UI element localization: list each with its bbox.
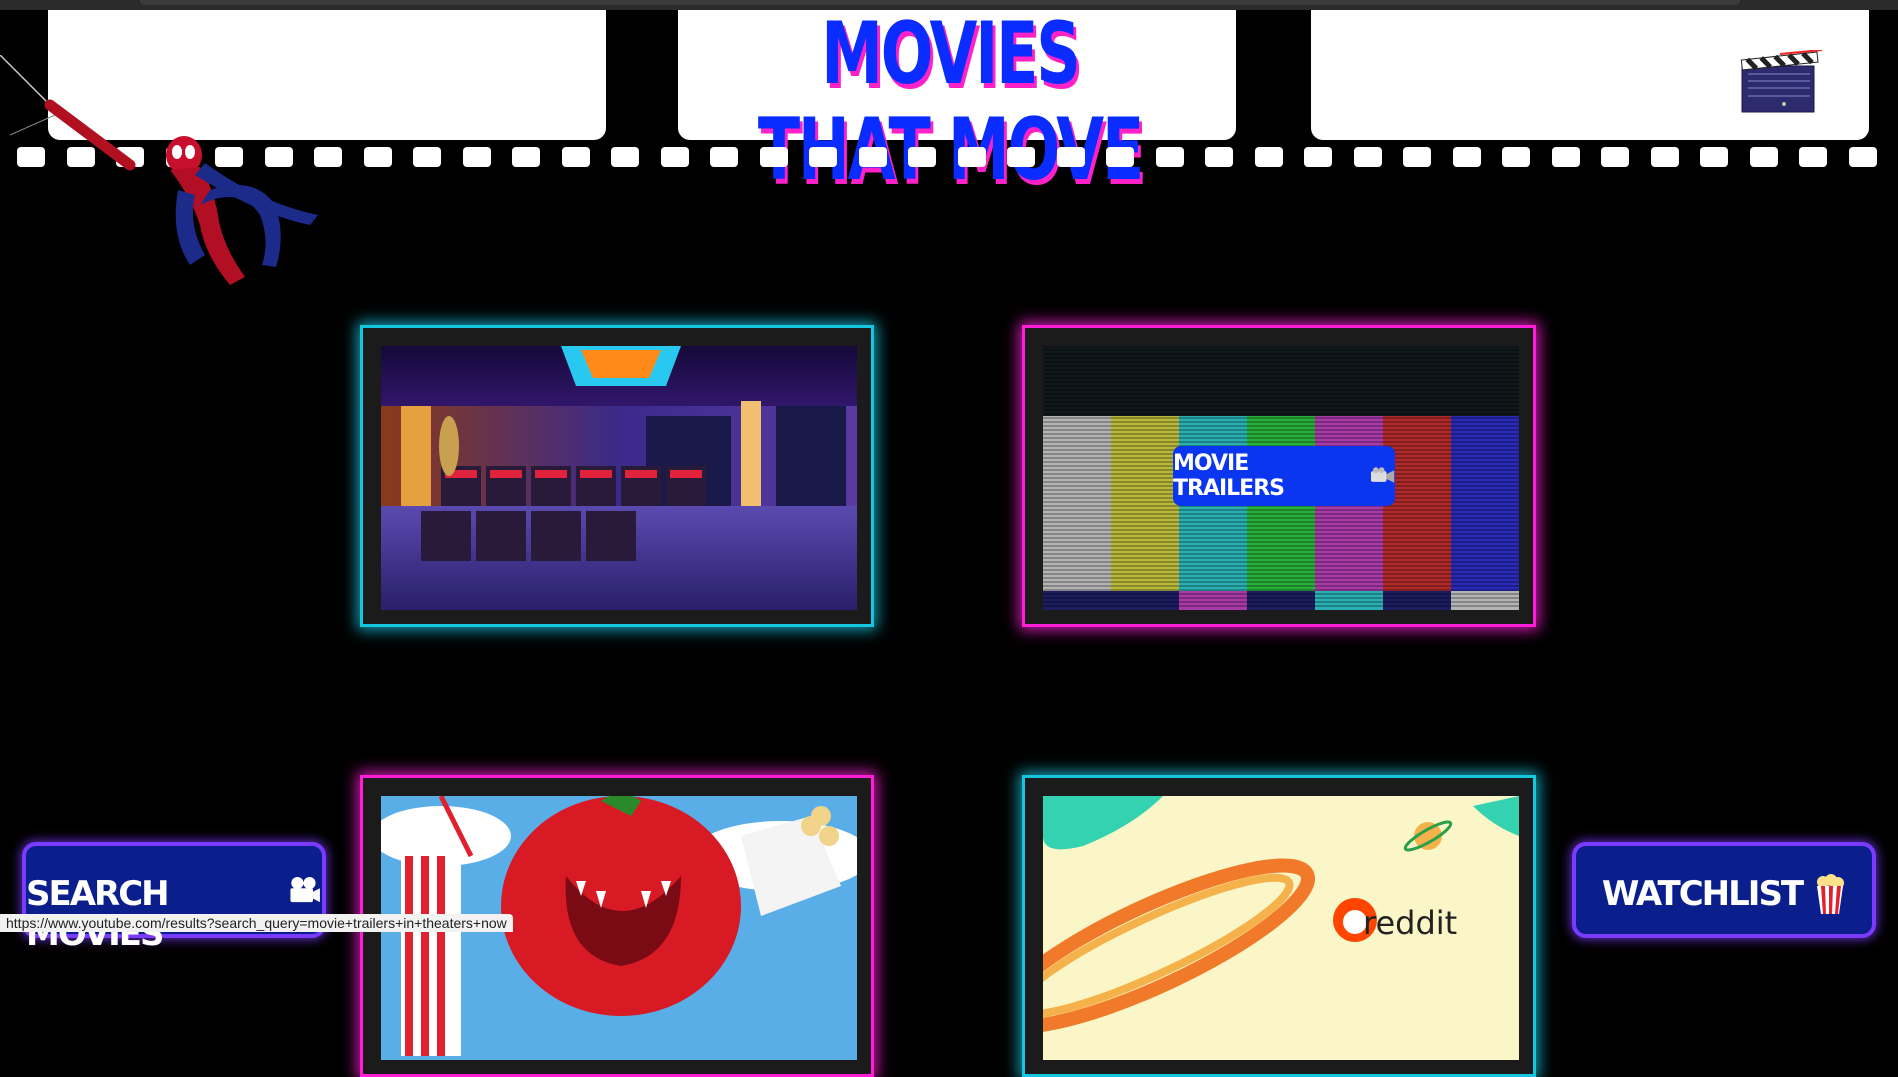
film-hole bbox=[1007, 147, 1035, 167]
home-theater-card[interactable] bbox=[360, 325, 874, 627]
film-hole bbox=[611, 147, 639, 167]
film-hole bbox=[809, 147, 837, 167]
watchlist-button[interactable]: WATCHLIST bbox=[1572, 842, 1876, 938]
film-hole bbox=[1106, 147, 1134, 167]
film-hole bbox=[1799, 147, 1827, 167]
spiderman-image bbox=[0, 55, 318, 285]
film-hole bbox=[1403, 147, 1431, 167]
video-camera-icon bbox=[1370, 467, 1395, 483]
reddit-wordmark: reddit bbox=[1363, 904, 1458, 942]
film-hole bbox=[1056, 147, 1085, 167]
film-hole bbox=[1700, 147, 1728, 167]
film-hole bbox=[1601, 147, 1629, 167]
film-hole bbox=[1155, 147, 1184, 167]
status-bar-url: https://www.youtube.com/results?search_q… bbox=[0, 914, 513, 932]
movie-trailers-button[interactable]: MOVIE TRAILERS bbox=[1173, 446, 1395, 506]
film-hole bbox=[462, 147, 491, 167]
film-hole bbox=[1551, 147, 1580, 167]
film-hole bbox=[413, 147, 441, 167]
film-hole bbox=[1304, 147, 1332, 167]
home-theater-image bbox=[381, 346, 857, 610]
film-hole bbox=[1353, 147, 1382, 167]
film-hole bbox=[512, 147, 540, 167]
film-hole bbox=[1254, 147, 1283, 167]
film-hole bbox=[908, 147, 936, 167]
film-hole bbox=[561, 147, 590, 167]
tv-color-bars-image: MOVIE TRAILERS bbox=[1043, 346, 1519, 610]
movie-trailers-label: MOVIE TRAILERS bbox=[1173, 451, 1285, 501]
film-hole bbox=[1452, 147, 1481, 167]
film-hole bbox=[957, 147, 986, 167]
film-hole bbox=[858, 147, 887, 167]
reddit-card[interactable]: reddit bbox=[1022, 775, 1536, 1077]
film-hole bbox=[363, 147, 392, 167]
film-hole bbox=[1749, 147, 1778, 167]
clapperboard-icon[interactable] bbox=[1740, 50, 1824, 114]
film-hole bbox=[759, 147, 788, 167]
film-hole bbox=[660, 147, 689, 167]
site-title: MOVIES THAT MOVE bbox=[757, 4, 1145, 200]
film-camera-icon bbox=[290, 877, 321, 903]
film-hole bbox=[1502, 147, 1530, 167]
movie-trailers-card[interactable]: MOVIE TRAILERS bbox=[1022, 325, 1536, 627]
popcorn-icon bbox=[1817, 874, 1845, 914]
film-hole bbox=[1848, 147, 1877, 167]
film-hole bbox=[710, 147, 738, 167]
film-hole bbox=[1650, 147, 1679, 167]
film-hole bbox=[1205, 147, 1233, 167]
watchlist-label: WATCHLIST bbox=[1601, 874, 1804, 914]
